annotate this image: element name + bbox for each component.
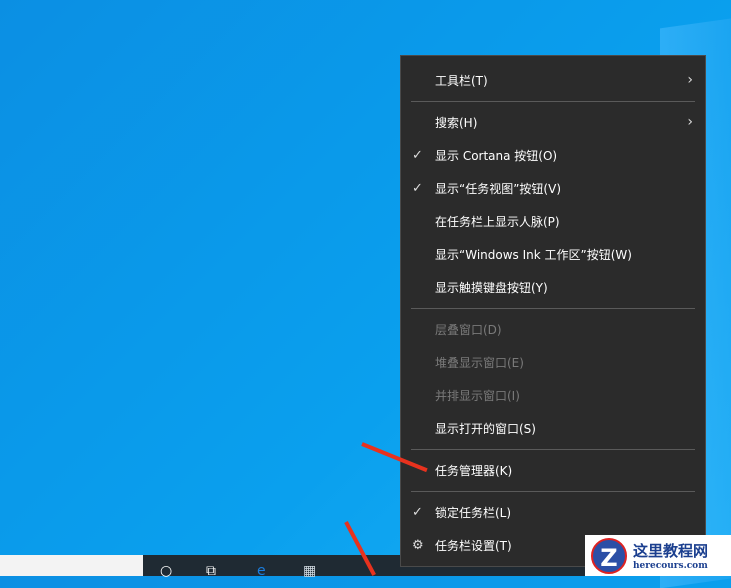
- menu-item-search[interactable]: 搜索(H) ›: [401, 107, 705, 137]
- menu-item-label: 锁定任务栏(L): [435, 505, 512, 520]
- task-view-icon[interactable]: ⧉: [206, 563, 216, 579]
- taskbar-context-menu: 工具栏(T) › 搜索(H) › ✓ 显示 Cortana 按钮(O) ✓ 显示“任务视…: [400, 55, 706, 567]
- menu-item-toolbars[interactable]: 工具栏(T) ›: [401, 65, 705, 95]
- menu-item-label: 并排显示窗口(I): [435, 388, 520, 403]
- menu-item-label: 层叠窗口(D): [435, 322, 502, 337]
- edge-icon[interactable]: e: [257, 563, 266, 579]
- watermark-title: 这里教程网: [633, 542, 709, 560]
- menu-item-show-desktop[interactable]: 显示打开的窗口(S): [401, 413, 705, 443]
- menu-item-label: 任务管理器(K): [435, 463, 513, 478]
- menu-item-touch-keyboard[interactable]: 显示触摸键盘按钮(Y): [401, 272, 705, 302]
- menu-item-label: 工具栏(T): [435, 73, 488, 88]
- menu-item-label: 任务栏设置(T): [435, 538, 512, 553]
- menu-item-windows-ink[interactable]: 显示“Windows Ink 工作区”按钮(W): [401, 239, 705, 269]
- menu-item-label: 显示打开的窗口(S): [435, 421, 536, 436]
- gear-icon: ⚙: [412, 537, 424, 553]
- search-icon[interactable]: ○: [160, 563, 172, 579]
- menu-item-stack: 堆叠显示窗口(E): [401, 347, 705, 377]
- menu-item-cascade: 层叠窗口(D): [401, 314, 705, 344]
- menu-item-show-people[interactable]: 在任务栏上显示人脉(P): [401, 206, 705, 236]
- menu-item-label: 搜索(H): [435, 115, 478, 130]
- chevron-right-icon: ›: [687, 114, 693, 130]
- separator: [411, 491, 695, 492]
- menu-item-show-task-view[interactable]: ✓ 显示“任务视图”按钮(V): [401, 173, 705, 203]
- menu-item-label: 显示“任务视图”按钮(V): [435, 181, 562, 196]
- separator: [411, 449, 695, 450]
- watermark: Z 这里教程网 herecours.com: [585, 535, 731, 576]
- menu-item-label: 显示“Windows Ink 工作区”按钮(W): [435, 247, 632, 262]
- check-icon: ✓: [412, 147, 423, 163]
- menu-item-show-cortana[interactable]: ✓ 显示 Cortana 按钮(O): [401, 140, 705, 170]
- menu-item-label: 堆叠显示窗口(E): [435, 355, 524, 370]
- menu-item-side-by-side: 并排显示窗口(I): [401, 380, 705, 410]
- menu-item-label: 显示 Cortana 按钮(O): [435, 148, 558, 163]
- separator: [411, 101, 695, 102]
- chevron-right-icon: ›: [687, 72, 693, 88]
- menu-item-lock-taskbar[interactable]: ✓ 锁定任务栏(L): [401, 497, 705, 527]
- watermark-logo: Z: [591, 537, 627, 574]
- check-icon: ✓: [412, 180, 423, 196]
- menu-item-task-manager[interactable]: 任务管理器(K): [401, 455, 705, 485]
- separator: [411, 308, 695, 309]
- check-icon: ✓: [412, 504, 423, 520]
- menu-item-label: 在任务栏上显示人脉(P): [435, 214, 560, 229]
- watermark-url: herecours.com: [633, 561, 708, 571]
- menu-item-label: 显示触摸键盘按钮(Y): [435, 280, 548, 295]
- taskbar-search-box[interactable]: [0, 555, 143, 576]
- app-icon[interactable]: ▦: [303, 563, 316, 579]
